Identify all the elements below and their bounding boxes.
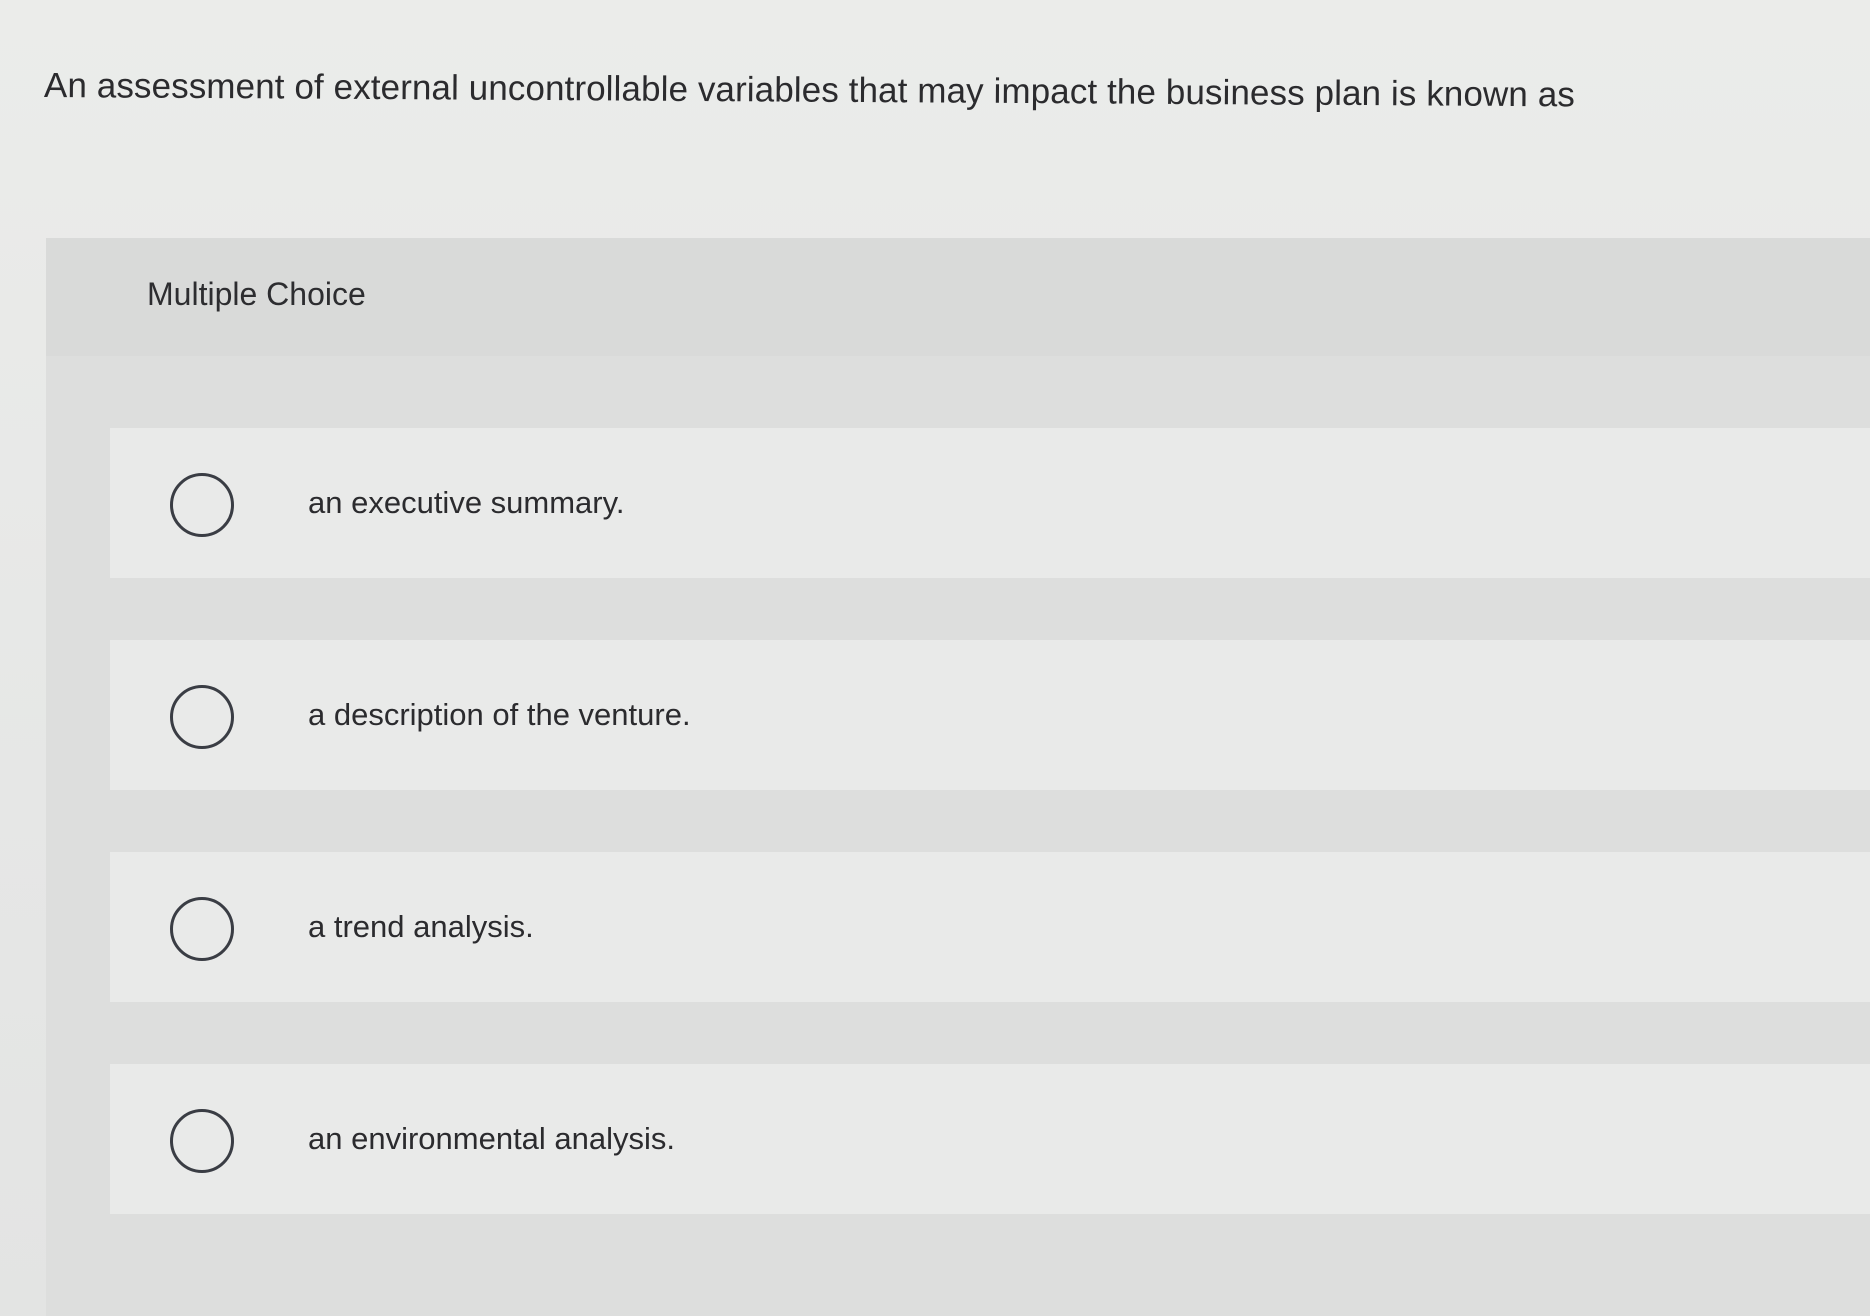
answer-option-label: a trend analysis. (308, 909, 534, 944)
multiple-choice-title: Multiple Choice (147, 276, 366, 312)
multiple-choice-panel: Multiple Choice an executive summary. a … (46, 238, 1870, 1316)
quiz-page: An assessment of external uncontrollable… (0, 0, 1870, 1316)
radio-button-icon[interactable] (170, 473, 234, 537)
answer-option-label: an environmental analysis. (308, 1121, 676, 1156)
answer-option-1[interactable]: an executive summary. (110, 428, 1870, 578)
answer-option-2[interactable]: a description of the venture. (110, 640, 1870, 790)
answer-option-label: a description of the venture. (308, 697, 691, 732)
radio-button-icon[interactable] (170, 685, 234, 749)
answer-option-4[interactable]: an environmental analysis. (110, 1064, 1870, 1214)
multiple-choice-header: Multiple Choice (46, 238, 1870, 356)
answer-option-label: an executive summary. (308, 485, 625, 520)
radio-button-icon[interactable] (170, 897, 234, 961)
question-prompt: An assessment of external uncontrollable… (43, 66, 1576, 115)
answer-option-3[interactable]: a trend analysis. (110, 852, 1870, 1002)
radio-button-icon[interactable] (170, 1109, 234, 1173)
